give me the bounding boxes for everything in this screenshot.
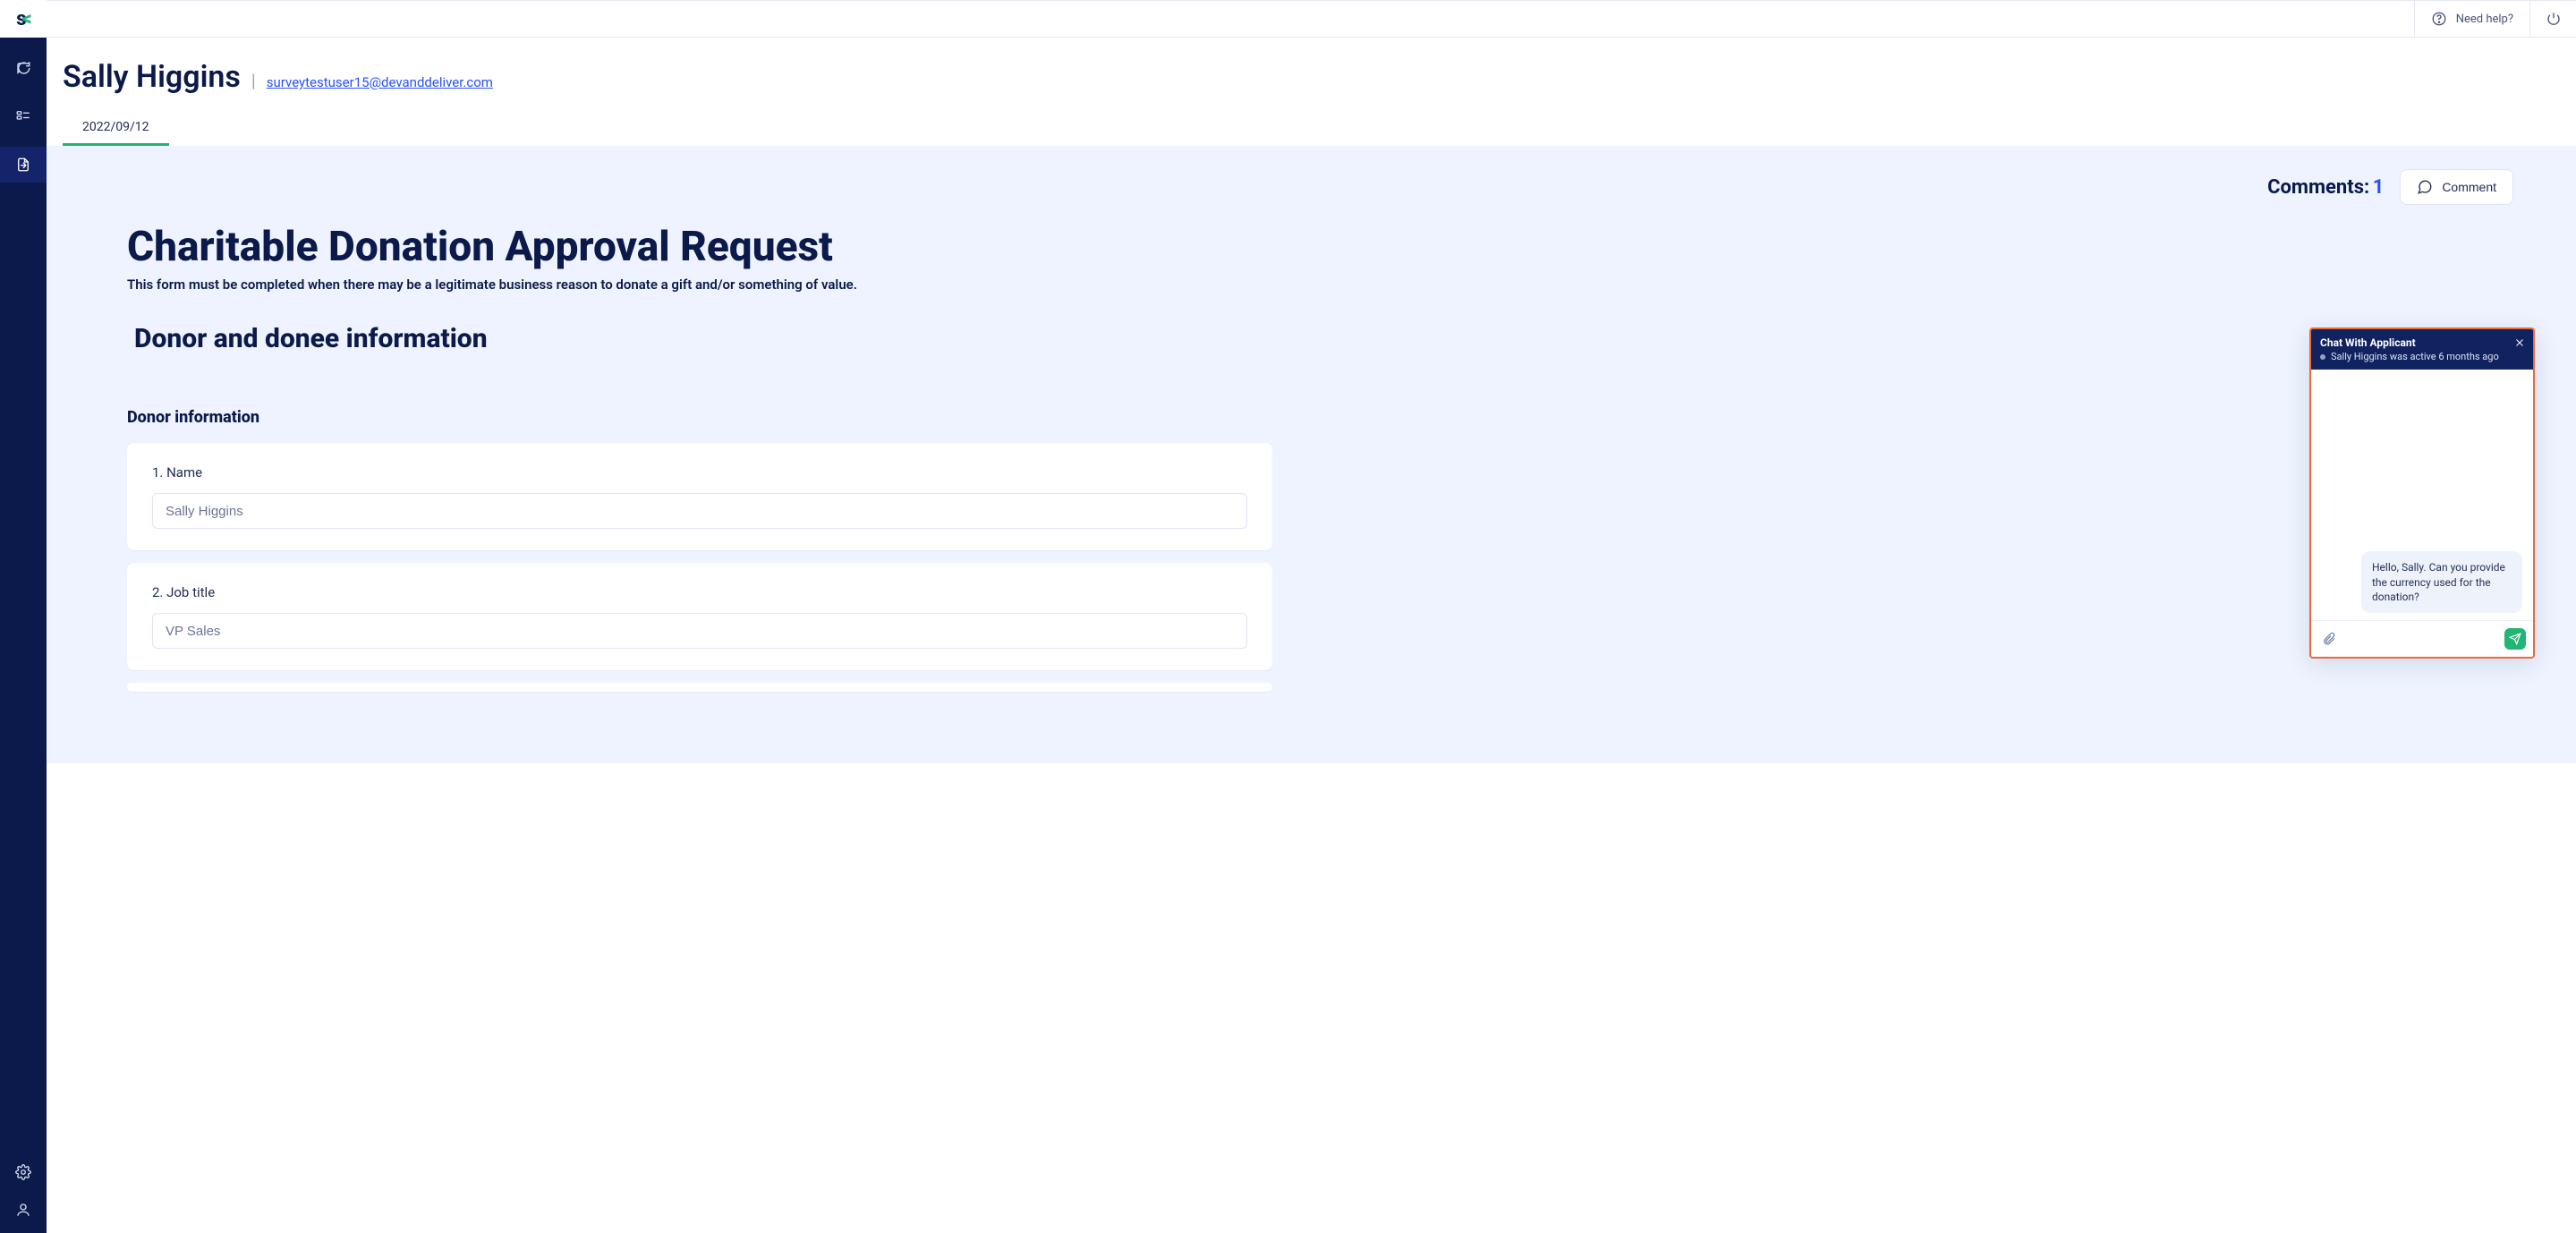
sidebar-nav-profile[interactable] xyxy=(0,1194,47,1226)
field-card-name: 1. Name xyxy=(127,443,1272,550)
jobtitle-input[interactable] xyxy=(152,613,1247,649)
content: Comments: 1 Comment Charitable Donation … xyxy=(47,146,2576,763)
topbar: Need help? xyxy=(47,0,2576,38)
page: Sally Higgins | surveytestuser15@devandd… xyxy=(47,38,2576,1233)
comment-button-label: Comment xyxy=(2442,180,2496,194)
chat-message: Hello, Sally. Can you provide the curren… xyxy=(2361,551,2522,613)
comments-label: Comments: xyxy=(2267,176,2369,199)
tab-row: 2022/09/12 xyxy=(63,111,2560,146)
send-icon xyxy=(2509,633,2521,645)
sidebar: s< xyxy=(0,0,47,1233)
field-label-jobtitle: 2. Job title xyxy=(152,584,1247,600)
chat-close-button[interactable] xyxy=(2512,335,2528,351)
send-button[interactable] xyxy=(2504,628,2526,650)
logout-button[interactable] xyxy=(2529,1,2576,37)
status-dot-icon xyxy=(2320,354,2325,360)
help-label: Need help? xyxy=(2456,13,2513,26)
gear-icon xyxy=(15,1164,31,1180)
name-input[interactable] xyxy=(152,493,1247,529)
power-icon xyxy=(2546,11,2562,27)
chat-title: Chat With Applicant xyxy=(2320,336,2524,349)
help-button[interactable]: Need help? xyxy=(2414,1,2529,37)
sidebar-nav-file[interactable] xyxy=(0,147,47,183)
logo-text: s< xyxy=(16,8,30,30)
comments-count: 1 xyxy=(2373,176,2385,199)
form-subtitle: This form must be completed when there m… xyxy=(127,276,1272,293)
section-title: Donor and donee information xyxy=(127,323,1272,354)
tab-date[interactable]: 2022/09/12 xyxy=(63,111,169,146)
applicant-email-link[interactable]: surveytestuser15@devanddeliver.com xyxy=(267,74,493,90)
sidebar-nav-chat[interactable] xyxy=(0,50,47,86)
comments-row: Comments: 1 Comment xyxy=(109,169,2513,205)
form-area: Charitable Donation Approval Request Thi… xyxy=(127,223,1272,692)
comments-summary: Comments: 1 xyxy=(2267,176,2384,199)
comment-icon xyxy=(2417,179,2433,195)
chat-status-text: Sally Higgins was active 6 months ago xyxy=(2331,351,2499,362)
list-icon xyxy=(15,108,31,124)
comment-button[interactable]: Comment xyxy=(2400,169,2513,205)
chat-header: Chat With Applicant Sally Higgins was ac… xyxy=(2311,329,2533,370)
user-icon xyxy=(15,1202,31,1218)
paperclip-icon xyxy=(2322,632,2336,646)
help-icon xyxy=(2431,11,2447,27)
page-header: Sally Higgins | surveytestuser15@devandd… xyxy=(47,38,2576,146)
nav-primary xyxy=(0,50,47,183)
close-icon xyxy=(2514,337,2525,348)
form-title: Charitable Donation Approval Request xyxy=(127,223,1272,271)
chat-status: Sally Higgins was active 6 months ago xyxy=(2320,351,2524,362)
subsection-title: Donor information xyxy=(127,408,1272,427)
file-export-icon xyxy=(15,157,31,173)
chat-input-bar xyxy=(2311,620,2533,657)
field-card-jobtitle: 2. Job title xyxy=(127,563,1272,670)
field-card-placeholder xyxy=(127,683,1272,692)
chat-panel: Chat With Applicant Sally Higgins was ac… xyxy=(2309,327,2535,659)
title-separator: | xyxy=(251,70,256,91)
nav-secondary xyxy=(0,1156,47,1226)
chat-icon xyxy=(15,60,31,76)
chat-body: Hello, Sally. Can you provide the curren… xyxy=(2311,370,2533,620)
sidebar-nav-settings[interactable] xyxy=(0,1156,47,1188)
app-logo[interactable]: s< xyxy=(0,0,47,38)
attach-button[interactable] xyxy=(2318,628,2340,650)
field-label-name: 1. Name xyxy=(152,464,1247,480)
page-title: Sally Higgins xyxy=(63,59,241,95)
field-cards: 1. Name 2. Job title xyxy=(127,443,1272,692)
sidebar-nav-list[interactable] xyxy=(0,98,47,134)
